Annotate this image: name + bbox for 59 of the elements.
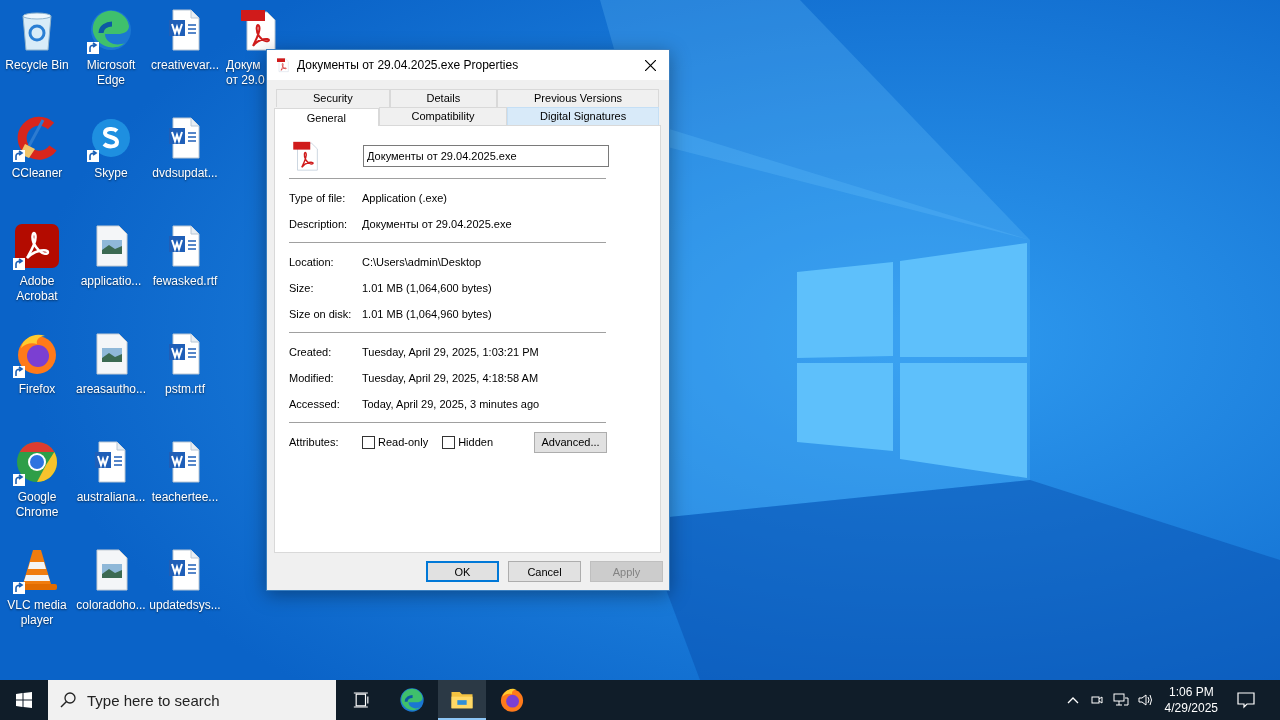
field-value: C:\Users\admin\Desktop	[362, 256, 482, 268]
field-label: Size on disk:	[289, 308, 353, 320]
field-value: Today, April 29, 2025, 3 minutes ago	[362, 398, 540, 410]
windows-logo-icon	[16, 692, 32, 708]
search-field[interactable]: Type here to search	[48, 680, 336, 720]
pdf-document-icon	[275, 57, 291, 73]
icon-label[interactable]: australiana...	[75, 490, 147, 505]
icon-label[interactable]: Докум от 29.0	[226, 58, 266, 88]
icon-label[interactable]: Adobe Acrobat	[1, 274, 73, 304]
field-label: Size:	[289, 282, 315, 294]
clock-date[interactable]: 4/29/2025	[1164, 700, 1218, 716]
firefox-icon[interactable]	[498, 686, 526, 714]
icon-label[interactable]: teachertee...	[149, 490, 221, 505]
field-value: Документы от 29.04.2025.exe	[362, 218, 512, 230]
tab[interactable]: General	[274, 108, 379, 126]
advanced-button[interactable]: Advanced...	[534, 431, 607, 453]
field-label: Description:	[289, 218, 349, 230]
icon-label[interactable]: pstm.rtf	[149, 382, 221, 397]
edge-browser-icon[interactable]	[398, 686, 426, 714]
field-label: Accessed:	[289, 398, 341, 410]
tab[interactable]: Details	[389, 89, 498, 107]
checkbox[interactable]	[442, 435, 456, 449]
dialog-button[interactable]: Cancel	[508, 561, 581, 582]
icon-label[interactable]: Firefox	[1, 382, 73, 397]
field-label: Type of file:	[289, 192, 347, 204]
field-value: 1.01 MB (1,064,600 bytes)	[362, 282, 492, 294]
field-label: Created:	[289, 346, 333, 358]
dialog-button[interactable]: OK	[426, 561, 499, 582]
clock-time[interactable]: 1:06 PM	[1168, 684, 1214, 700]
icon-label[interactable]: VLC media player	[1, 598, 73, 628]
tab[interactable]: Previous Versions	[497, 89, 659, 107]
icon-label[interactable]: creativevar...	[149, 58, 221, 73]
icon-label[interactable]: dvdsupdat...	[149, 166, 221, 181]
icon-label[interactable]: Microsoft Edge	[75, 58, 147, 88]
field-label: Attributes:	[289, 436, 340, 448]
window-title: Документы от 29.04.2025.exe Properties	[297, 58, 520, 72]
tab[interactable]: Security	[276, 89, 390, 107]
checkbox[interactable]	[362, 435, 375, 449]
file-name-field[interactable]: Документы от 29.04.2025.exe	[363, 145, 609, 167]
icon-label[interactable]: coloradoho...	[75, 598, 147, 613]
checkbox-label[interactable]: Read-only	[378, 436, 429, 448]
checkbox-label[interactable]: Hidden	[458, 436, 493, 448]
field-label: Modified:	[289, 372, 335, 384]
field-label: Location:	[289, 256, 335, 268]
icon-label[interactable]: applicatio...	[75, 274, 147, 289]
field-value: Application (.exe)	[362, 192, 447, 204]
icon-label[interactable]: Recycle Bin	[1, 58, 73, 73]
icon-label[interactable]: updatedsys...	[149, 598, 221, 613]
field-value: Tuesday, April 29, 2025, 4:18:58 AM	[362, 372, 539, 384]
tab[interactable]: Digital Signatures	[507, 107, 659, 125]
acrobat-icon[interactable]	[13, 222, 61, 270]
field-value: Tuesday, April 29, 2025, 1:03:21 PM	[362, 346, 539, 358]
icon-label[interactable]: fewasked.rtf	[149, 274, 221, 289]
icon-label[interactable]: Skype	[75, 166, 147, 181]
icon-label[interactable]: CCleaner	[1, 166, 73, 181]
icon-label[interactable]: areasautho...	[75, 382, 147, 397]
tab[interactable]: Compatibility	[378, 107, 508, 125]
field-value: 1.01 MB (1,064,960 bytes)	[362, 308, 492, 320]
icon-label[interactable]: Google Chrome	[1, 490, 73, 520]
